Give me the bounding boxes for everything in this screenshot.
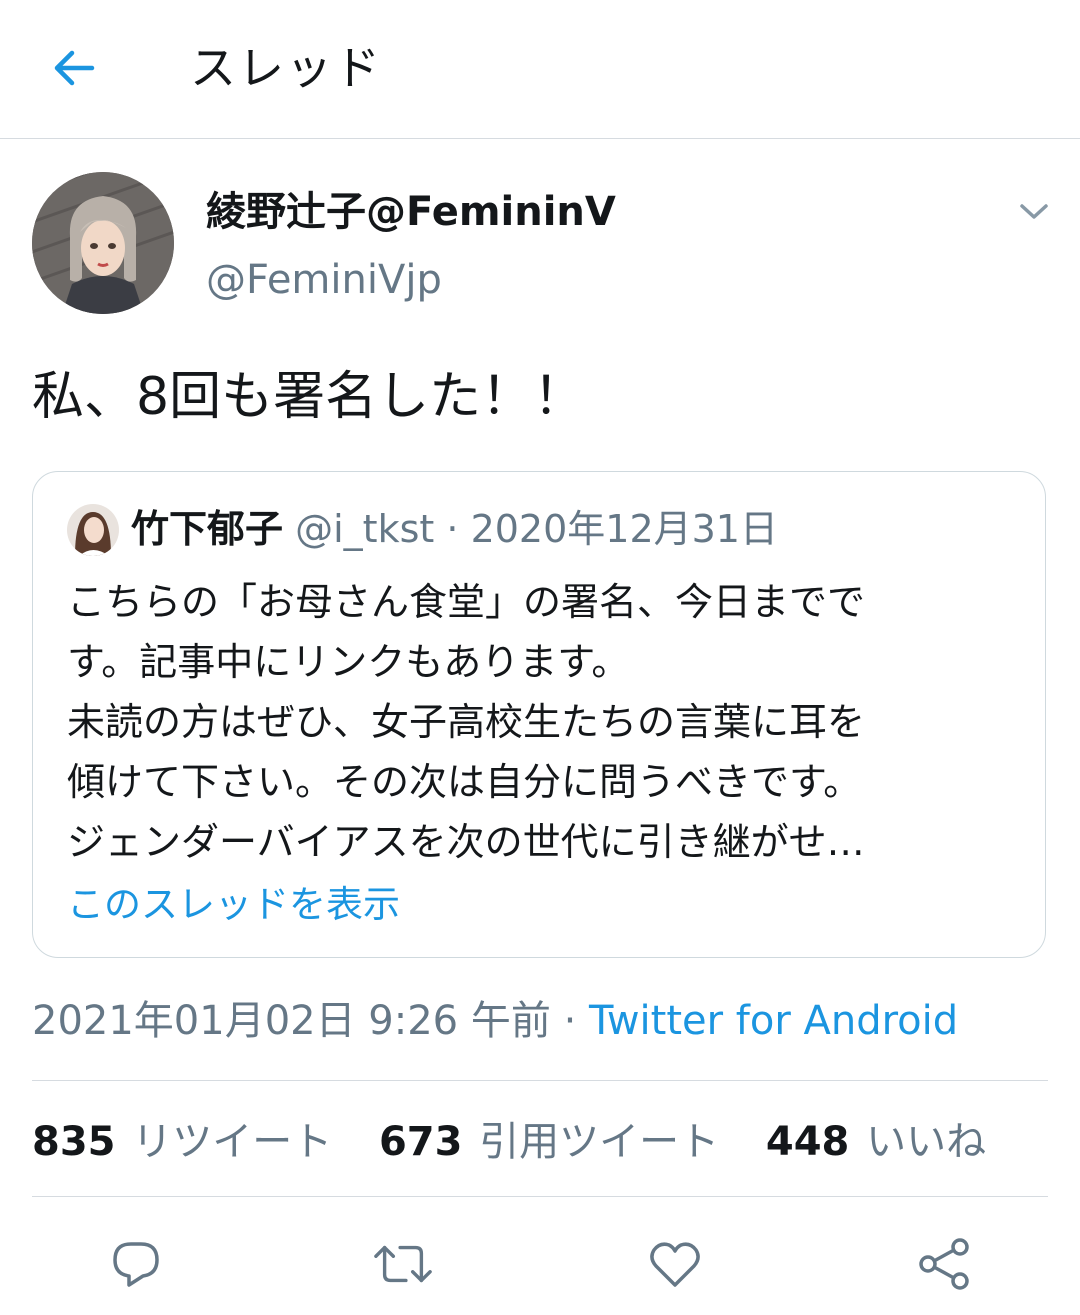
tweet-text: 私、8回も署名した！！	[32, 367, 586, 427]
likes-count: 448	[765, 1119, 850, 1165]
show-thread-link[interactable]: このスレッドを表示	[67, 878, 400, 932]
like-button[interactable]	[645, 1234, 705, 1294]
divider	[32, 1196, 1048, 1197]
display-name[interactable]: 綾野辻子@FemininV	[206, 186, 616, 238]
quoted-text-line: 未読の方はぜひ、女子高校生たちの言葉に耳を	[67, 700, 866, 744]
tweet-source-link[interactable]: Twitter for Android	[589, 998, 958, 1044]
quoted-tweet-header: 竹下郁子 @i_tkst · 2020年12月31日	[131, 502, 778, 556]
quoted-text-line: こちらの「お母さん食堂」の署名、今日までで	[67, 580, 866, 624]
heart-icon	[650, 1242, 700, 1287]
quoted-display-name: 竹下郁子	[131, 507, 284, 551]
quoted-tweet-text: こちらの「お母さん食堂」の署名、今日までで す。記事中にリンクもあります。 未読…	[67, 572, 1017, 872]
quotes-label: 引用ツイート	[479, 1119, 720, 1165]
engagement-stats: 835 リツイート 673 引用ツイート 448 いいね	[32, 1115, 1020, 1169]
retweets-label: リツイート	[132, 1119, 333, 1165]
quoted-text-line: す。記事中にリンクもあります。	[67, 640, 630, 684]
tweet-meta: 2021年01月02日 9:26 午前 · Twitter for Androi…	[32, 994, 958, 1048]
reply-icon	[113, 1242, 159, 1287]
quoted-text-line: ジェンダーバイアスを次の世代に引き継がせ…	[67, 820, 865, 864]
arrow-left-icon	[54, 50, 95, 86]
divider	[32, 1080, 1048, 1081]
quotes-stat[interactable]: 673 引用ツイート	[379, 1115, 719, 1169]
quotes-count: 673	[378, 1119, 463, 1165]
reply-button[interactable]	[106, 1234, 166, 1294]
avatar-illustration	[32, 172, 174, 314]
likes-stat[interactable]: 448 いいね	[766, 1115, 986, 1169]
quoted-date: 2020年12月31日	[470, 507, 778, 551]
chevron-down-icon	[1020, 204, 1048, 219]
retweet-button[interactable]	[373, 1234, 433, 1294]
tweet-menu-button[interactable]	[1012, 194, 1056, 230]
meta-separator: ·	[563, 998, 577, 1044]
top-bar: スレッド	[0, 0, 1080, 139]
quoted-handle: @i_tkst	[295, 507, 435, 551]
retweets-count: 835	[32, 1119, 116, 1165]
retweet-icon	[374, 1245, 432, 1283]
quoted-avatar	[67, 504, 119, 556]
back-button[interactable]	[46, 40, 102, 96]
page-title: スレッド	[190, 41, 382, 95]
retweets-stat[interactable]: 835 リツイート	[32, 1115, 332, 1169]
quoted-tweet-card[interactable]: 竹下郁子 @i_tkst · 2020年12月31日 こちらの「お母さん食堂」の…	[32, 471, 1046, 958]
share-icon	[919, 1238, 969, 1290]
tweet-timestamp: 2021年01月02日 9:26 午前	[32, 998, 551, 1044]
quoted-text-line: 傾けて下さい。その次は自分に問うべきです。	[67, 760, 862, 804]
share-button[interactable]	[914, 1234, 974, 1294]
avatar[interactable]	[32, 172, 174, 314]
quoted-separator: ·	[446, 507, 459, 551]
likes-label: いいね	[866, 1119, 987, 1165]
user-handle[interactable]: @FeminiVjp	[206, 254, 442, 306]
